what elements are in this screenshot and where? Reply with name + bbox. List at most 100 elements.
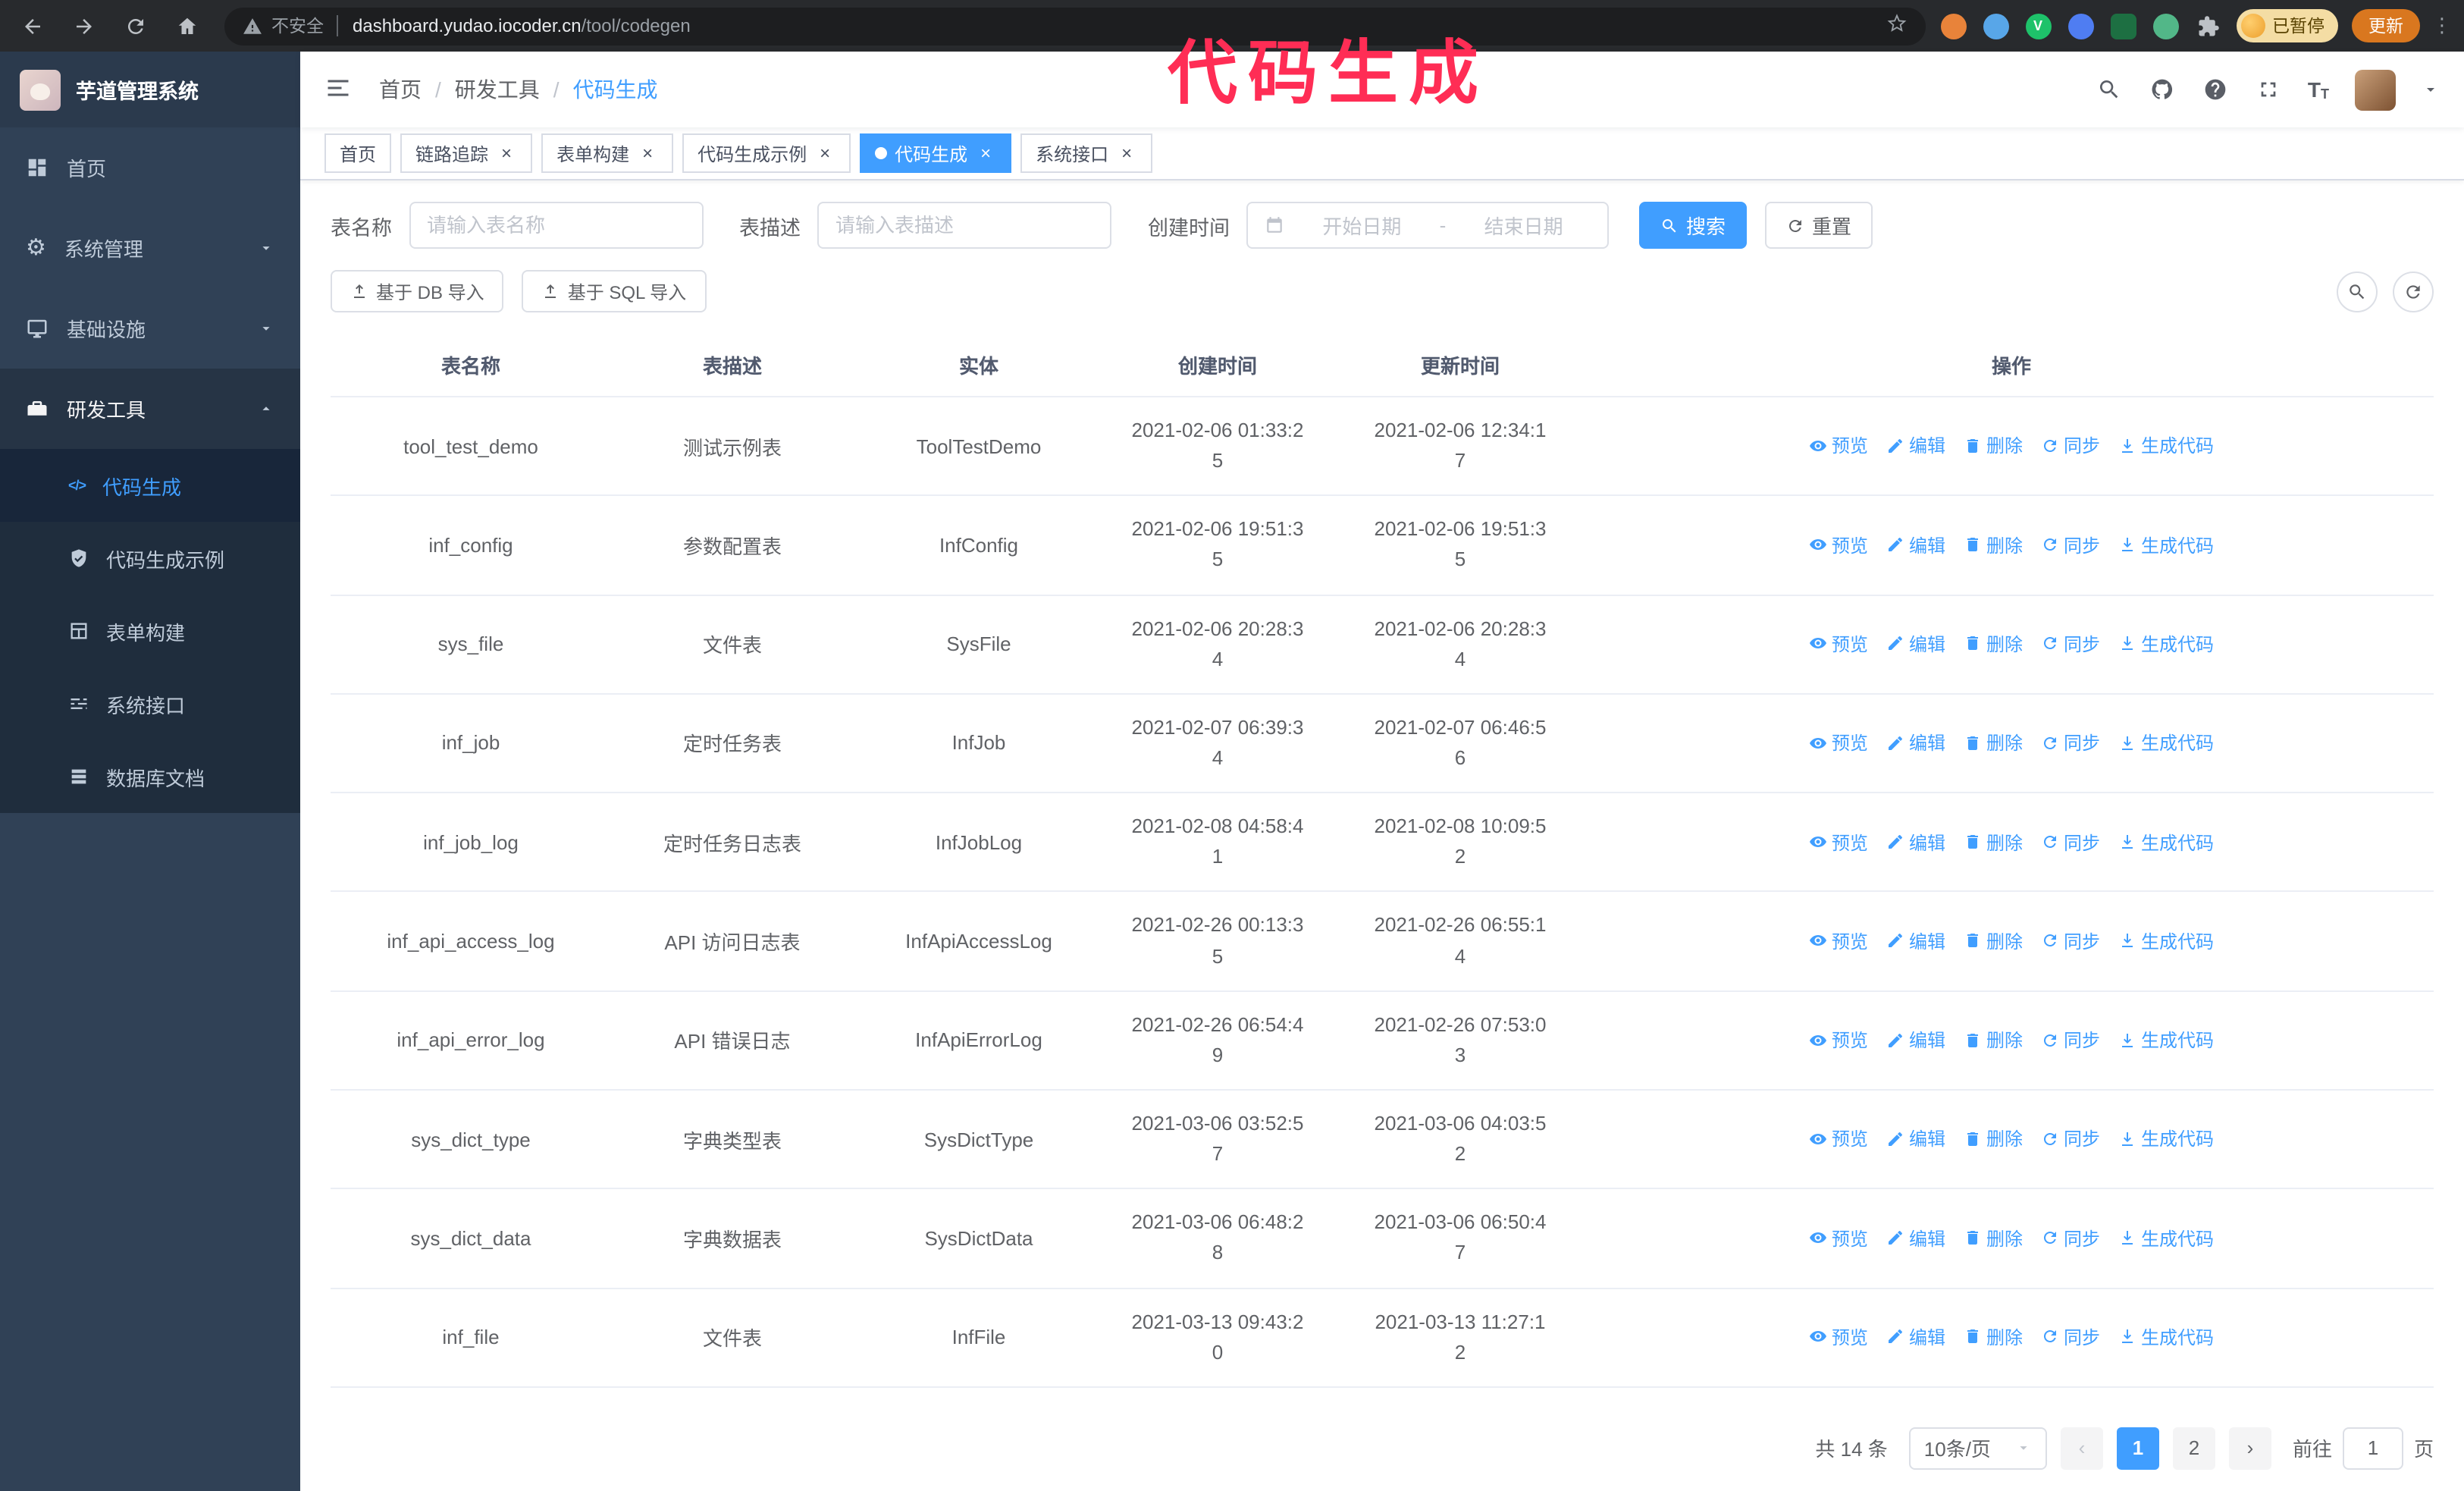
browser-update-button[interactable]: 更新 [2352,9,2420,42]
extension-icon[interactable] [2110,13,2136,39]
action-preview[interactable]: 预览 [1809,532,1868,557]
avatar-caret-icon[interactable] [2422,80,2440,99]
tab-codegen-example[interactable]: 代码生成示例 × [682,133,851,173]
action-edit[interactable]: 编辑 [1886,1126,1945,1152]
sidebar-item-infra[interactable]: 基础设施 [0,288,300,369]
sidebar-item-codegen[interactable]: </> 代码生成 [0,449,300,522]
browser-reload-icon[interactable] [115,6,155,46]
sidebar-item-system[interactable]: ⚙ 系统管理 [0,208,300,288]
action-generate-code[interactable]: 生成代码 [2118,532,2214,557]
extension-icon[interactable] [1983,13,2008,39]
action-delete[interactable]: 删除 [1964,1126,2023,1152]
action-sync[interactable]: 同步 [2041,928,2100,954]
action-delete[interactable]: 删除 [1964,433,2023,459]
browser-menu-icon[interactable]: ⋮ [2432,14,2452,38]
sidebar-item-devtools[interactable]: 研发工具 [0,369,300,449]
action-preview[interactable]: 预览 [1809,928,1868,954]
sidebar-item-db-doc[interactable]: 数据库文档 [0,740,300,813]
action-preview[interactable]: 预览 [1809,631,1868,657]
page-button-2[interactable]: 2 [2172,1427,2215,1470]
action-sync[interactable]: 同步 [2041,1225,2100,1251]
tab-form-builder[interactable]: 表单构建 × [541,133,674,173]
action-edit[interactable]: 编辑 [1886,1324,1945,1350]
user-avatar[interactable] [2355,69,2396,110]
extensions-puzzle-icon[interactable] [2195,13,2221,39]
action-generate-code[interactable]: 生成代码 [2118,1324,2214,1350]
date-range-picker[interactable]: 开始日期 - 结束日期 [1246,202,1609,249]
browser-forward-icon[interactable] [64,6,103,46]
font-size-icon[interactable]: TT [2308,77,2329,102]
github-icon[interactable] [2149,76,2176,103]
action-delete[interactable]: 删除 [1964,631,2023,657]
action-generate-code[interactable]: 生成代码 [2118,433,2214,459]
action-preview[interactable]: 预览 [1809,730,1868,755]
sidebar-item-home[interactable]: 首页 [0,127,300,208]
page-size-select[interactable]: 10条/页 [1908,1427,2047,1470]
action-generate-code[interactable]: 生成代码 [2118,928,2214,954]
extension-icon[interactable] [2152,13,2178,39]
url-bar[interactable]: 不安全 dashboard.yudao.iocoder.cn/tool/code… [224,7,1925,45]
search-button[interactable]: 搜索 [1639,202,1748,249]
action-edit[interactable]: 编辑 [1886,1225,1945,1251]
extension-icon[interactable] [2067,13,2093,39]
close-icon[interactable]: × [496,143,517,164]
browser-home-icon[interactable] [167,6,206,46]
action-delete[interactable]: 删除 [1964,532,2023,557]
action-preview[interactable]: 预览 [1809,433,1868,459]
close-icon[interactable]: × [975,143,996,164]
action-edit[interactable]: 编辑 [1886,829,1945,855]
action-edit[interactable]: 编辑 [1886,730,1945,755]
breadcrumb-home[interactable]: 首页 [379,74,422,105]
goto-page-input[interactable] [2342,1427,2403,1470]
toggle-search-button[interactable] [2337,271,2378,312]
action-sync[interactable]: 同步 [2041,829,2100,855]
close-icon[interactable]: × [1116,143,1137,164]
refresh-table-button[interactable] [2393,271,2434,312]
tab-home[interactable]: 首页 [324,133,392,173]
action-edit[interactable]: 编辑 [1886,433,1945,459]
extension-icon[interactable]: V [2025,13,2051,39]
action-preview[interactable]: 预览 [1809,1027,1868,1053]
action-generate-code[interactable]: 生成代码 [2118,730,2214,755]
action-sync[interactable]: 同步 [2041,532,2100,557]
bookmark-star-icon[interactable] [1886,11,1907,40]
sidebar-item-form-builder[interactable]: 表单构建 [0,595,300,667]
tab-codegen[interactable]: 代码生成 × [860,133,1012,173]
action-generate-code[interactable]: 生成代码 [2118,829,2214,855]
close-icon[interactable]: × [637,143,658,164]
sidebar-item-codegen-example[interactable]: 代码生成示例 [0,522,300,595]
action-edit[interactable]: 编辑 [1886,1027,1945,1053]
action-delete[interactable]: 删除 [1964,1324,2023,1350]
import-db-button[interactable]: 基于 DB 导入 [331,270,504,312]
close-icon[interactable]: × [814,143,835,164]
action-delete[interactable]: 删除 [1964,1225,2023,1251]
action-sync[interactable]: 同步 [2041,433,2100,459]
browser-back-icon[interactable] [12,6,52,46]
action-sync[interactable]: 同步 [2041,1324,2100,1350]
table-name-input[interactable] [427,214,685,237]
sidebar-item-system-api[interactable]: 系统接口 [0,667,300,740]
action-delete[interactable]: 删除 [1964,1027,2023,1053]
help-icon[interactable] [2202,76,2229,103]
action-delete[interactable]: 删除 [1964,730,2023,755]
action-edit[interactable]: 编辑 [1886,928,1945,954]
import-sql-button[interactable]: 基于 SQL 导入 [522,270,707,312]
action-sync[interactable]: 同步 [2041,730,2100,755]
action-edit[interactable]: 编辑 [1886,631,1945,657]
action-sync[interactable]: 同步 [2041,1027,2100,1053]
action-edit[interactable]: 编辑 [1886,532,1945,557]
action-generate-code[interactable]: 生成代码 [2118,1225,2214,1251]
breadcrumb-parent[interactable]: 研发工具 [455,74,540,105]
action-preview[interactable]: 预览 [1809,1324,1868,1350]
action-sync[interactable]: 同步 [2041,631,2100,657]
action-delete[interactable]: 删除 [1964,928,2023,954]
search-icon[interactable] [2096,76,2123,103]
next-page-button[interactable]: › [2228,1427,2271,1470]
app-logo[interactable]: 芋道管理系统 [0,52,300,127]
tab-system-api[interactable]: 系统接口 × [1020,133,1153,173]
action-generate-code[interactable]: 生成代码 [2118,1126,2214,1152]
action-sync[interactable]: 同步 [2041,1126,2100,1152]
prev-page-button[interactable]: ‹ [2060,1427,2103,1470]
profile-paused-badge[interactable]: 已暂停 [2236,9,2338,42]
action-preview[interactable]: 预览 [1809,1225,1868,1251]
